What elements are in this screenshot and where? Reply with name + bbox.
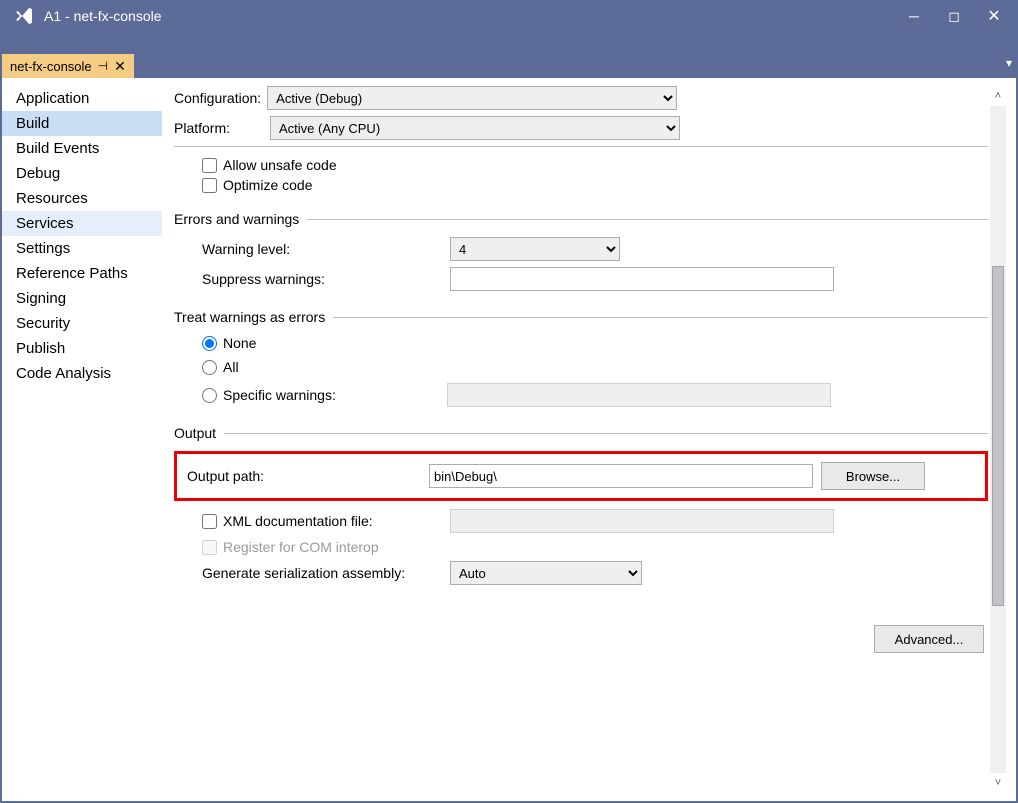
xml-doc-checkbox[interactable]	[202, 514, 217, 529]
optimize-code-label: Optimize code	[223, 177, 312, 193]
close-tab-icon[interactable]: ✕	[114, 58, 126, 75]
pin-icon[interactable]: ⊣	[98, 59, 108, 73]
sidebar-item-settings[interactable]: Settings	[2, 236, 162, 261]
browse-button[interactable]: Browse...	[821, 462, 925, 490]
output-path-label: Output path:	[187, 468, 421, 484]
treat-all-radio[interactable]	[202, 360, 217, 375]
configuration-label: Configuration:	[174, 90, 261, 106]
com-interop-label: Register for COM interop	[223, 539, 379, 555]
warning-level-select[interactable]: 4	[450, 237, 620, 261]
window-title: A1 - net-fx-console	[44, 8, 894, 24]
tab-well: net-fx-console ⊣ ✕ ▾	[0, 52, 1018, 78]
tab-project-properties[interactable]: net-fx-console ⊣ ✕	[2, 54, 134, 78]
suppress-warnings-input[interactable]	[450, 267, 834, 291]
sidebar-item-security[interactable]: Security	[2, 311, 162, 336]
sidebar-item-reference-paths[interactable]: Reference Paths	[2, 261, 162, 286]
sidebar-item-code-analysis[interactable]: Code Analysis	[2, 361, 162, 386]
build-page: Configuration: Active (Debug) Platform: …	[162, 78, 1016, 801]
treat-specific-input	[447, 383, 831, 407]
platform-select[interactable]: Active (Any CPU)	[270, 116, 680, 140]
scroll-thumb[interactable]	[992, 266, 1004, 606]
tabwell-menu-icon[interactable]: ▾	[1006, 56, 1012, 70]
sidebar-item-signing[interactable]: Signing	[2, 286, 162, 311]
section-errors-warnings: Errors and warnings	[174, 211, 299, 227]
close-button[interactable]: ✕	[974, 2, 1014, 30]
scroll-up-icon[interactable]: ˄	[988, 88, 1008, 104]
xml-doc-input	[450, 509, 834, 533]
output-path-highlight: Output path: Browse...	[174, 451, 988, 501]
allow-unsafe-checkbox[interactable]	[202, 158, 217, 173]
configuration-select[interactable]: Active (Debug)	[267, 86, 677, 110]
treat-specific-label: Specific warnings:	[223, 387, 441, 403]
sidebar-item-publish[interactable]: Publish	[2, 336, 162, 361]
allow-unsafe-label: Allow unsafe code	[223, 157, 337, 173]
sidebar-item-services[interactable]: Services	[2, 211, 162, 236]
suppress-warnings-label: Suppress warnings:	[202, 271, 442, 287]
serialization-select[interactable]: Auto	[450, 561, 642, 585]
tab-label: net-fx-console	[10, 59, 92, 74]
xml-doc-label: XML documentation file:	[223, 513, 373, 529]
minimize-button[interactable]: ─	[894, 2, 934, 30]
advanced-button[interactable]: Advanced...	[874, 625, 984, 653]
section-treat-warnings: Treat warnings as errors	[174, 309, 325, 325]
treat-all-label: All	[223, 359, 239, 375]
warning-level-label: Warning level:	[202, 241, 442, 257]
maximize-button[interactable]: ◻	[934, 2, 974, 30]
menu-strip	[0, 32, 1018, 52]
sidebar-item-debug[interactable]: Debug	[2, 161, 162, 186]
window-titlebar: A1 - net-fx-console ─ ◻ ✕	[0, 0, 1018, 32]
serialization-label: Generate serialization assembly:	[202, 565, 442, 581]
section-output: Output	[174, 425, 216, 441]
treat-none-label: None	[223, 335, 256, 351]
optimize-code-checkbox[interactable]	[202, 178, 217, 193]
com-interop-checkbox	[202, 540, 217, 555]
sidebar-item-application[interactable]: Application	[2, 86, 162, 111]
output-path-input[interactable]	[429, 464, 813, 488]
project-properties-host: Application Build Build Events Debug Res…	[2, 78, 1016, 801]
treat-specific-radio[interactable]	[202, 388, 217, 403]
sidebar-item-resources[interactable]: Resources	[2, 186, 162, 211]
platform-label: Platform:	[174, 120, 230, 136]
sidebar-item-build-events[interactable]: Build Events	[2, 136, 162, 161]
vertical-scrollbar[interactable]: ˄ ˅	[988, 86, 1008, 793]
scroll-down-icon[interactable]: ˅	[988, 775, 1008, 791]
sidebar-item-build[interactable]: Build	[2, 111, 162, 136]
treat-none-radio[interactable]	[202, 336, 217, 351]
scroll-track[interactable]	[990, 106, 1006, 773]
vs-logo-icon	[10, 2, 38, 30]
properties-sidebar: Application Build Build Events Debug Res…	[2, 78, 162, 801]
